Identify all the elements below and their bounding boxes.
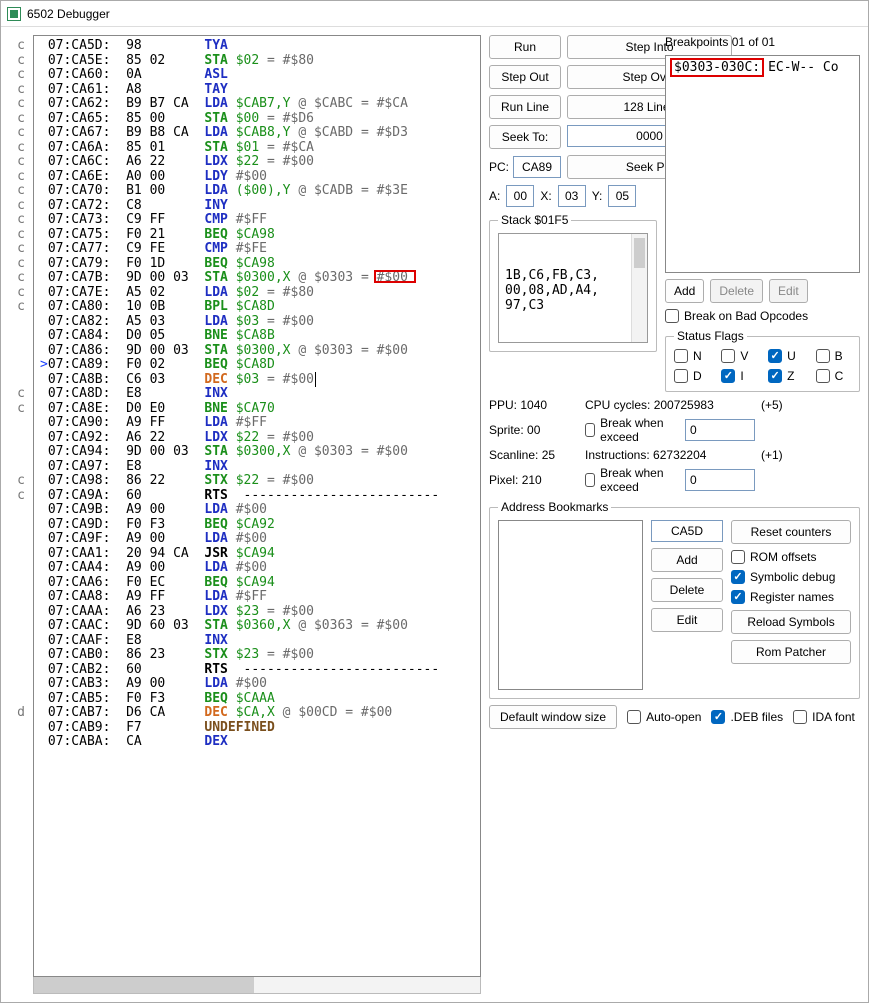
symbolic-check[interactable]: Symbolic debug (731, 570, 851, 584)
y-label: Y: (592, 189, 603, 203)
run-button[interactable]: Run (489, 35, 561, 59)
stack-scrollbar[interactable] (631, 234, 647, 342)
rom-offsets-check[interactable]: ROM offsets (731, 550, 851, 564)
x-label: X: (540, 189, 551, 203)
stack-group: Stack $01F5 1B,C6,FB,C3, 00,08,AD,A4, 97… (489, 213, 657, 352)
register-names-check[interactable]: Register names (731, 590, 851, 604)
flag-B[interactable]: B (816, 349, 851, 363)
flag-U[interactable]: U (768, 349, 803, 363)
a-input[interactable] (506, 185, 534, 207)
flag-I[interactable]: I (721, 369, 756, 383)
app-icon (7, 7, 21, 21)
titlebar[interactable]: 6502 Debugger (1, 1, 868, 27)
bm-add-button[interactable]: Add (651, 548, 723, 572)
reload-symbols-button[interactable]: Reload Symbols (731, 610, 851, 634)
rom-patcher-button[interactable]: Rom Patcher (731, 640, 851, 664)
bp-delete-button[interactable]: Delete (710, 279, 763, 303)
debugger-window: 6502 Debugger cccccccccccccccccccccccd 0… (0, 0, 869, 1003)
x-input[interactable] (558, 185, 586, 207)
break-exceed-2-input[interactable] (685, 469, 755, 491)
right-pane: Run Step Into Step Out Step Over Run Lin… (489, 35, 860, 994)
breakpoint-flags: EC-W-- Co (768, 60, 838, 75)
checkbox-icon (665, 309, 679, 323)
stack-text: 1B,C6,FB,C3, 00,08,AD,A4, 97,C3 (505, 268, 599, 313)
deb-files-check[interactable]: .DEB files (711, 710, 783, 724)
flag-C[interactable]: C (816, 369, 851, 383)
left-pane: cccccccccccccccccccccccd 07:CA5D: 98 TYA… (9, 35, 481, 994)
flag-D[interactable]: D (674, 369, 709, 383)
bp-add-button[interactable]: Add (665, 279, 704, 303)
stats-grid: PPU: 1040 CPU cycles: 200725983 (+5) Spr… (489, 398, 860, 494)
bookmark-input[interactable] (651, 520, 723, 542)
breakpoint-selected: $0303-030C: (670, 58, 764, 77)
breakpoint-row[interactable]: $0303-030C: EC-W-- Co (670, 58, 855, 77)
break-bad-opcodes[interactable]: Break on Bad Opcodes (665, 309, 860, 323)
a-label: A: (489, 189, 500, 203)
flag-N[interactable]: N (674, 349, 709, 363)
bp-edit-button[interactable]: Edit (769, 279, 808, 303)
disassembly-view[interactable]: 07:CA5D: 98 TYA 07:CA5E: 85 02 STA $02 =… (33, 35, 481, 977)
auto-open-check[interactable]: Auto-open (627, 710, 701, 724)
status-flags-group: Status Flags NVUBDIZC (665, 329, 860, 392)
break-exceed-2[interactable]: Break when exceed (585, 466, 755, 494)
pc-input[interactable] (513, 156, 561, 178)
y-input[interactable] (608, 185, 636, 207)
h-scrollbar[interactable] (33, 977, 481, 994)
window-title: 6502 Debugger (27, 7, 110, 21)
flag-Z[interactable]: Z (768, 369, 803, 383)
ida-font-check[interactable]: IDA font (793, 710, 855, 724)
breakpoints-title: Breakpoints 01 of 01 (665, 35, 860, 49)
gutter: cccccccccccccccccccccccd (9, 35, 33, 977)
flag-V[interactable]: V (721, 349, 756, 363)
step-out-button[interactable]: Step Out (489, 65, 561, 89)
bookmarks-group: Address Bookmarks Add Delete Edit Reset … (489, 500, 860, 699)
default-window-button[interactable]: Default window size (489, 705, 617, 729)
break-exceed-1-input[interactable] (685, 419, 755, 441)
run-line-button[interactable]: Run Line (489, 95, 561, 119)
stack-legend: Stack $01F5 (498, 213, 571, 227)
bm-delete-button[interactable]: Delete (651, 578, 723, 602)
reset-counters-button[interactable]: Reset counters (731, 520, 851, 544)
bookmarks-list[interactable] (498, 520, 643, 690)
pc-label: PC: (489, 160, 509, 174)
seek-to-button[interactable]: Seek To: (489, 125, 561, 149)
bm-edit-button[interactable]: Edit (651, 608, 723, 632)
breakpoints-list[interactable]: $0303-030C: EC-W-- Co (665, 55, 860, 273)
stack-view[interactable]: 1B,C6,FB,C3, 00,08,AD,A4, 97,C3 (498, 233, 648, 343)
content: cccccccccccccccccccccccd 07:CA5D: 98 TYA… (1, 27, 868, 1002)
break-exceed-1[interactable]: Break when exceed (585, 416, 755, 444)
